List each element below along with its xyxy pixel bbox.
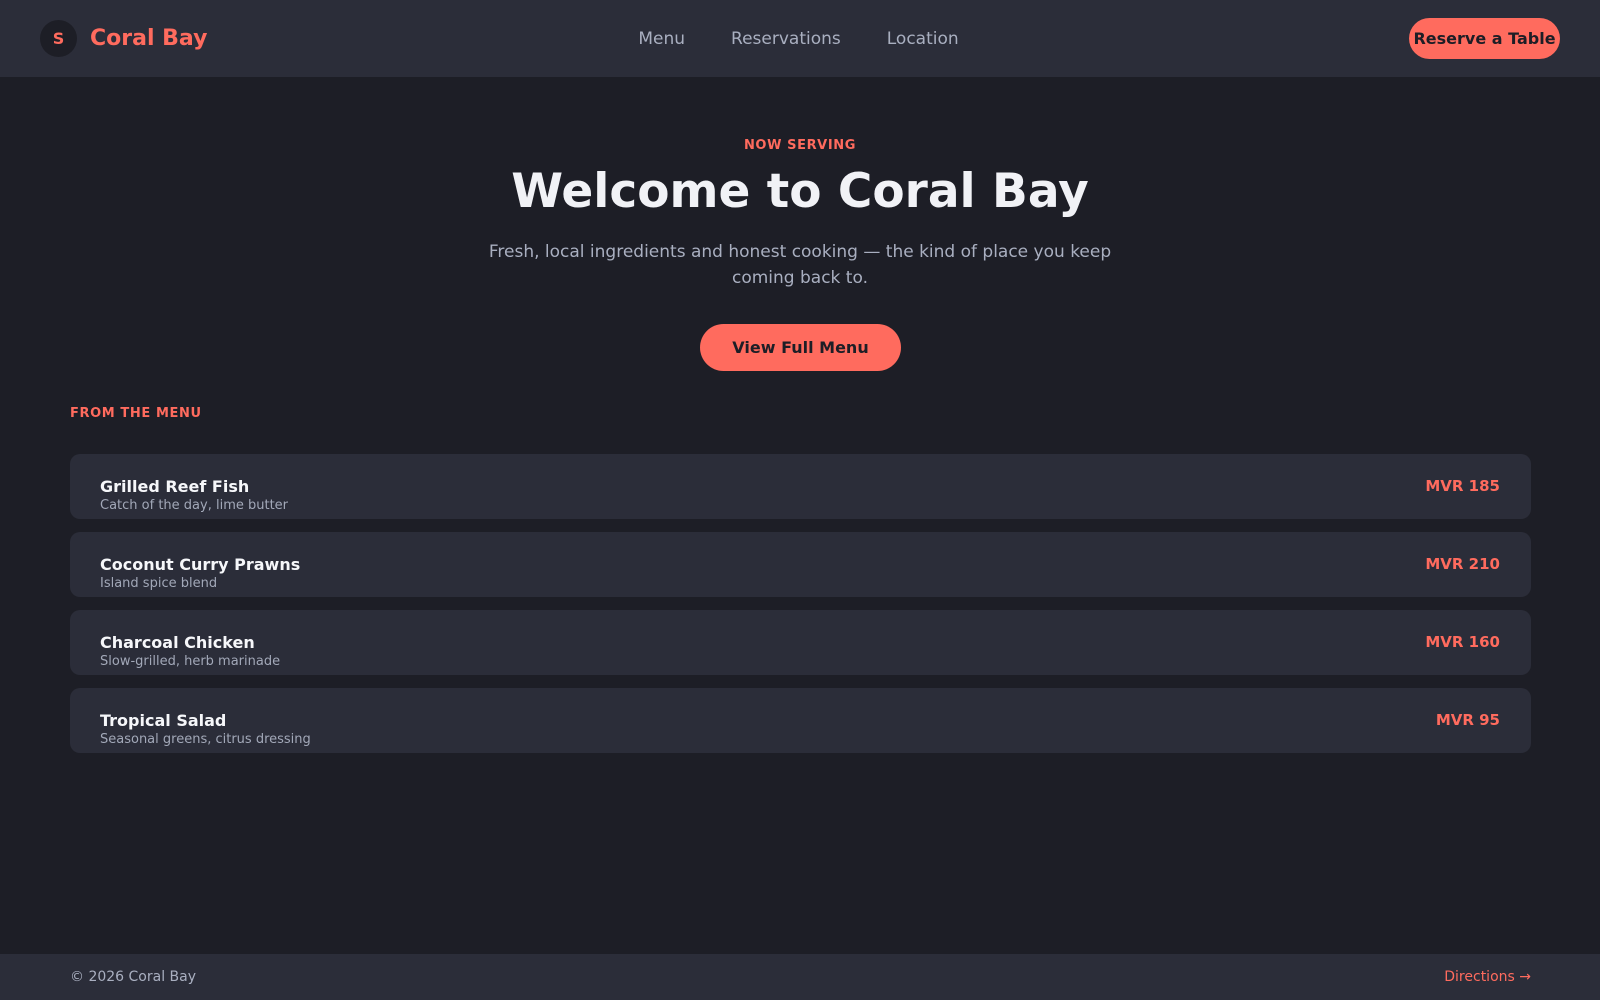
- menu-item[interactable]: Tropical Salad Seasonal greens, citrus d…: [70, 688, 1531, 753]
- brand-link[interactable]: S Coral Bay: [40, 20, 207, 57]
- menu-item-name: Tropical Salad: [100, 711, 227, 730]
- menu-item-price: MVR 210: [1425, 555, 1500, 573]
- menu-list: Grilled Reef Fish Catch of the day, lime…: [70, 454, 1531, 766]
- menu-item-name: Coconut Curry Prawns: [100, 555, 301, 574]
- hero-title: Welcome to Coral Bay: [511, 164, 1089, 219]
- hero-subtitle: Fresh, local ingredients and honest cook…: [488, 242, 1112, 288]
- site-header: S Coral Bay Menu Reservations Location R…: [0, 0, 1600, 77]
- menu-item-description: Island spice blend: [100, 576, 218, 591]
- site-footer: © 2026 Coral Bay Directions →: [0, 954, 1600, 1000]
- nav-link-menu[interactable]: Menu: [638, 27, 685, 51]
- menu-item[interactable]: Charcoal Chicken Slow-grilled, herb mari…: [70, 610, 1531, 675]
- menu-item-name: Grilled Reef Fish: [100, 477, 250, 496]
- hero-eyebrow: NOW SERVING: [743, 138, 857, 153]
- menu-item-price: MVR 185: [1425, 477, 1500, 495]
- directions-link[interactable]: Directions →: [1444, 969, 1531, 985]
- menu-item-price: MVR 95: [1435, 711, 1500, 729]
- copyright-text: © 2026 Coral Bay: [70, 969, 197, 985]
- menu-item-price: MVR 160: [1425, 633, 1500, 651]
- menu-item-name: Charcoal Chicken: [100, 633, 255, 652]
- view-full-menu-button[interactable]: View Full Menu: [700, 324, 901, 371]
- reserve-table-button[interactable]: Reserve a Table: [1409, 18, 1560, 59]
- menu-item[interactable]: Grilled Reef Fish Catch of the day, lime…: [70, 454, 1531, 519]
- nav-link-reservations[interactable]: Reservations: [731, 27, 841, 51]
- menu-item-description: Slow-grilled, herb marinade: [100, 654, 281, 669]
- brand-name: Coral Bay: [90, 26, 208, 51]
- brand-logo: S: [40, 20, 77, 57]
- menu-section-label: FROM THE MENU: [70, 406, 202, 421]
- menu-item-description: Catch of the day, lime butter: [100, 498, 289, 513]
- nav-link-location[interactable]: Location: [887, 27, 959, 51]
- menu-item[interactable]: Coconut Curry Prawns Island spice blend …: [70, 532, 1531, 597]
- menu-item-description: Seasonal greens, citrus dressing: [100, 732, 311, 747]
- main-nav: Menu Reservations Location: [0, 0, 1600, 77]
